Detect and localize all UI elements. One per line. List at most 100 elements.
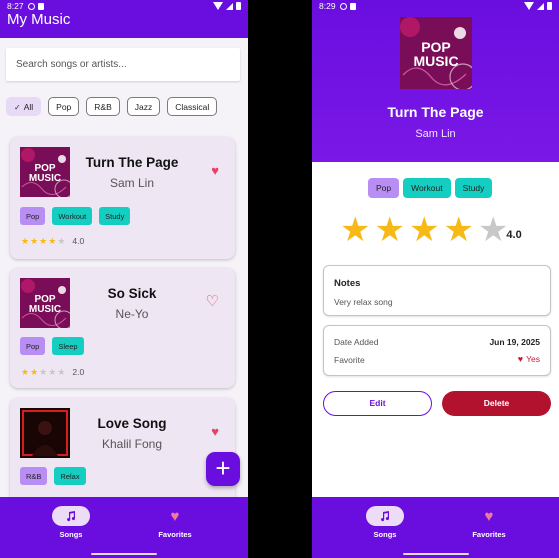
notes-value: Very relax song: [334, 297, 393, 307]
filter-chip-jazz[interactable]: Jazz: [126, 97, 161, 116]
heart-icon: ♥: [517, 354, 524, 364]
status-time: 8:29: [319, 1, 336, 11]
favorite-heart-icon[interactable]: ♥: [211, 163, 219, 178]
song-artist: Khalil Fong: [101, 437, 163, 451]
star-filled-icon: ★: [408, 211, 440, 249]
album-cover: [20, 408, 70, 458]
filter-chip-pop[interactable]: Pop: [48, 97, 80, 116]
nav-label-songs: Songs: [59, 530, 83, 539]
detail-header: 8:29 POP MUSIC Turn The Page Sam Lin: [312, 0, 559, 162]
tag-chip: Workout: [52, 207, 93, 225]
star-filled-icon: ★: [340, 211, 371, 249]
filter-chip-all[interactable]: ✓ All: [6, 97, 42, 116]
album-cover: POP MUSIC: [400, 17, 472, 89]
filter-chip-label: R&B: [94, 102, 112, 112]
filter-chip-label: All: [23, 102, 34, 112]
song-card[interactable]: Love Song Khalil Fong ♥ R&B Relax: [10, 398, 235, 503]
favorite-value-text: Yes: [526, 354, 540, 364]
filter-chip-label: Pop: [56, 102, 72, 112]
rating-value: 4.0: [72, 236, 85, 246]
tag-chip: Study: [454, 178, 493, 198]
cover-text-line2: MUSIC: [29, 173, 61, 184]
tag-chip: Pop: [20, 207, 46, 225]
tag-chip: Workout: [403, 178, 451, 198]
info-card: Date Added Jun 19, 2025 Favorite ♥ Yes: [323, 325, 551, 376]
star-filled-icon: ★: [39, 235, 48, 246]
star-empty-icon: ★: [477, 211, 509, 249]
nav-label-favorites: Favorites: [472, 530, 506, 539]
tag-chip: Study: [99, 207, 131, 225]
signal-icon: [226, 2, 233, 10]
sync-icon: [27, 2, 35, 10]
wifi-icon: [213, 2, 223, 10]
star-filled-icon: ★: [374, 211, 405, 249]
rating-value: 2.0: [72, 367, 85, 377]
date-added-value: Jun 19, 2025: [489, 337, 540, 347]
star-filled-icon: ★: [21, 235, 30, 246]
album-cover: POP MUSIC: [20, 278, 70, 328]
star-filled-icon: ★: [30, 235, 39, 246]
song-artist: Sam Lin: [109, 176, 155, 190]
signal-icon: [537, 2, 544, 10]
song-detail-screen: 8:29 POP MUSIC Turn The Page Sam Lin Pop…: [312, 0, 559, 558]
genre-filter-chips: ✓ All Pop R&B Jazz Classical: [6, 97, 218, 116]
status-bar: 8:29: [312, 0, 559, 12]
gesture-bar: [91, 552, 157, 555]
nav-item-favorites[interactable]: ♥ Favorites: [145, 506, 205, 540]
song-list-screen: 8:27 My Music Search songs or artists...…: [0, 0, 248, 558]
notes-label: Notes: [334, 278, 361, 289]
star-empty-icon: ★: [57, 235, 66, 246]
nav-label-favorites: Favorites: [158, 530, 192, 539]
music-note-icon: [52, 506, 90, 526]
cover-text-line2: MUSIC: [29, 304, 61, 315]
delete-button[interactable]: Delete: [442, 391, 551, 416]
heart-icon: ♥: [484, 507, 494, 525]
bottom-navigation: Songs ♥ Favorites: [0, 497, 248, 558]
filter-chip-label: Jazz: [134, 102, 153, 112]
nav-item-favorites[interactable]: ♥ Favorites: [459, 506, 519, 540]
favorite-heart-outline-icon[interactable]: ♡: [206, 292, 219, 310]
music-note-icon: [366, 506, 404, 526]
filter-chip-classical[interactable]: Classical: [167, 97, 218, 116]
check-icon: ✓: [14, 103, 21, 112]
nav-item-songs[interactable]: Songs: [41, 506, 101, 539]
song-artist: Sam Lin: [415, 128, 456, 140]
song-tags: Pop Sleep: [20, 337, 84, 355]
nav-label-songs: Songs: [373, 530, 397, 539]
app-bar: 8:27 My Music: [0, 0, 248, 38]
tag-chip: Sleep: [52, 337, 84, 355]
notes-card: Notes Very relax song: [323, 265, 551, 316]
favorite-label: Favorite: [334, 355, 365, 365]
song-title: Turn The Page: [387, 104, 484, 120]
song-tags: R&B Relax: [20, 467, 86, 485]
nav-item-songs[interactable]: Songs: [355, 506, 415, 539]
battery-icon: [236, 2, 241, 10]
page-title: My Music: [7, 11, 71, 28]
search-input[interactable]: Search songs or artists...: [6, 48, 240, 81]
sim-icon: [349, 2, 356, 10]
rating-row: ★ ★ ★ ★ ★ 4.0: [21, 236, 84, 246]
star-empty-icon: ★: [48, 366, 57, 377]
favorite-heart-icon[interactable]: ♥: [211, 424, 219, 439]
star-filled-icon: ★: [30, 366, 39, 377]
album-cover: POP MUSIC: [20, 147, 70, 197]
song-title: So Sick: [107, 286, 157, 301]
battery-icon: [547, 2, 552, 10]
favorite-value: ♥ Yes: [518, 354, 540, 364]
tag-chip: R&B: [20, 467, 48, 485]
tag-chip: Relax: [54, 467, 86, 485]
edit-button[interactable]: Edit: [323, 391, 432, 416]
song-card[interactable]: POP MUSIC So Sick Ne-Yo ♡ Pop Sleep ★ ★ …: [10, 268, 235, 388]
gesture-bar: [402, 552, 469, 555]
add-song-button[interactable]: +: [206, 452, 240, 486]
filter-chip-label: Classical: [175, 102, 210, 112]
date-added-label: Date Added: [334, 337, 379, 347]
wifi-icon: [524, 2, 534, 10]
star-filled-icon: ★: [443, 211, 474, 249]
star-empty-icon: ★: [57, 366, 66, 377]
song-tags: Pop Workout Study: [368, 178, 493, 198]
filter-chip-rnb[interactable]: R&B: [86, 97, 120, 116]
status-time: 8:27: [7, 1, 24, 11]
star-filled-icon: ★: [21, 366, 30, 377]
song-card[interactable]: POP MUSIC Turn The Page Sam Lin ♥ Pop Wo…: [10, 137, 235, 259]
